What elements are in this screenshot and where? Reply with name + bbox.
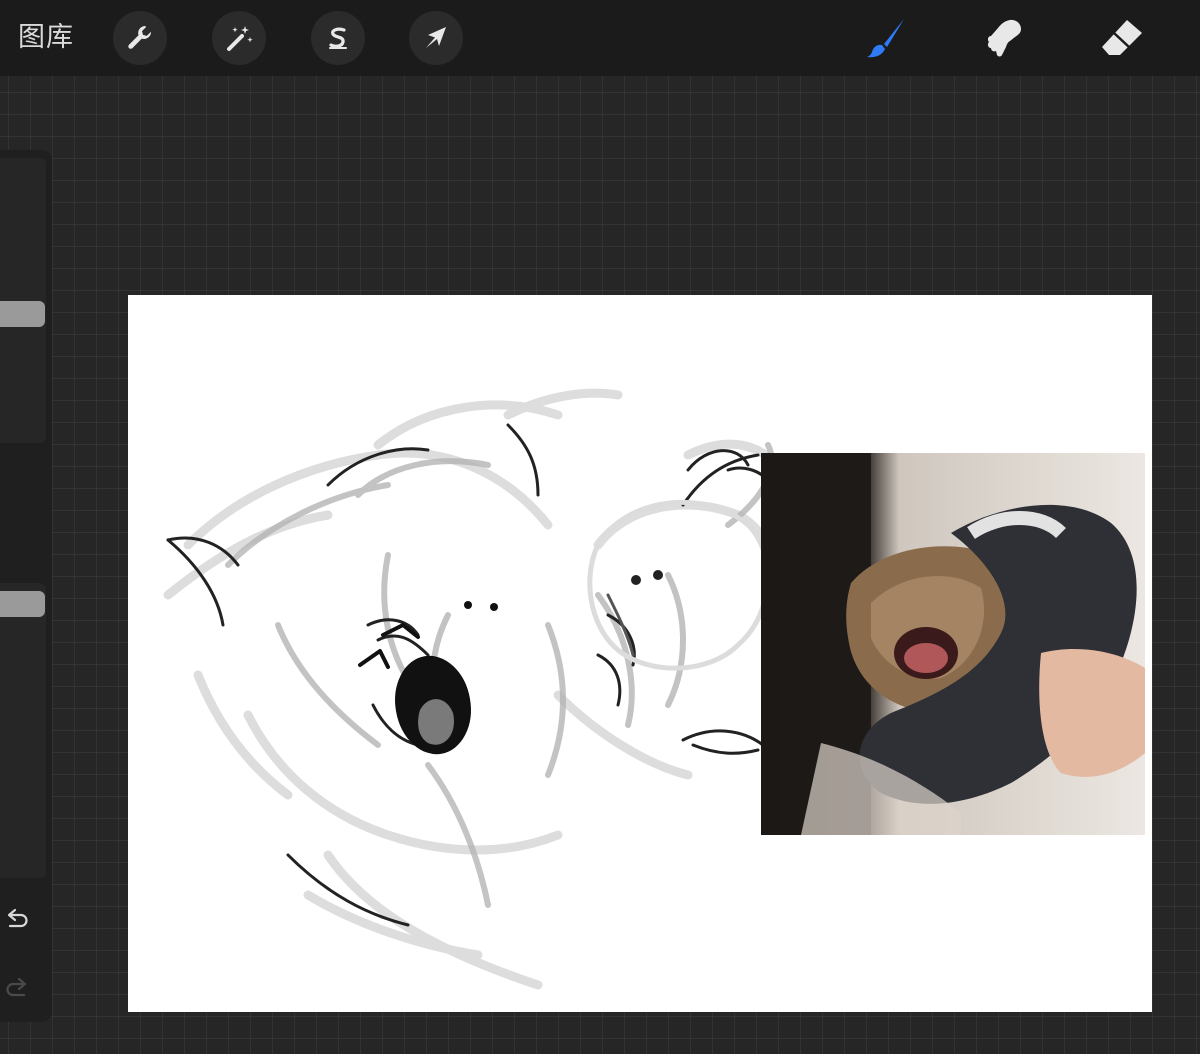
- smudge-button[interactable]: [976, 10, 1032, 66]
- reference-photo: [761, 453, 1145, 835]
- opacity-handle[interactable]: [0, 591, 45, 617]
- undo-arrow-icon: [7, 908, 28, 928]
- top-toolbar: 图库: [0, 0, 1200, 76]
- brush-button[interactable]: [858, 10, 914, 66]
- fighting-cats-photo: [761, 453, 1145, 835]
- wrench-icon: [128, 26, 152, 49]
- drawing-canvas[interactable]: [128, 295, 1152, 1012]
- eraser-button[interactable]: [1094, 10, 1150, 66]
- redo-button[interactable]: [4, 975, 30, 1001]
- smudge-icon: [987, 19, 1021, 57]
- adjustments-button[interactable]: [212, 11, 266, 65]
- magic-wand-icon: [227, 26, 253, 51]
- left-sidebar: [0, 150, 52, 1022]
- brush-icon: [867, 19, 904, 58]
- selection-button[interactable]: [311, 11, 365, 65]
- undo-button[interactable]: [4, 906, 30, 932]
- actions-button[interactable]: [113, 11, 167, 65]
- brush-size-slider[interactable]: [0, 158, 46, 443]
- eraser-icon: [1102, 20, 1142, 55]
- transform-button[interactable]: [409, 11, 463, 65]
- selection-s-icon: [329, 27, 347, 49]
- transform-arrow-icon: [426, 27, 446, 48]
- brush-size-handle[interactable]: [0, 301, 45, 327]
- redo-arrow-icon: [6, 977, 27, 997]
- gallery-button[interactable]: 图库: [18, 19, 74, 57]
- opacity-slider[interactable]: [0, 583, 46, 878]
